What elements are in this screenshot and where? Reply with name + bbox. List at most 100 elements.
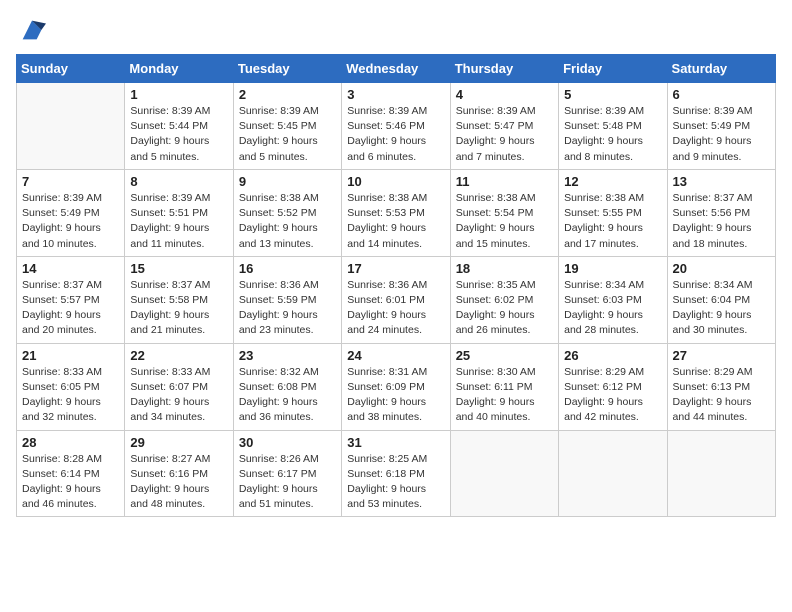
calendar-day-header: Wednesday [342,55,450,83]
day-number: 17 [347,261,444,276]
calendar-cell: 15 Sunrise: 8:37 AMSunset: 5:58 PMDayligh… [125,256,233,343]
day-number: 27 [673,348,770,363]
calendar-cell: 12 Sunrise: 8:38 AMSunset: 5:55 PMDayligh… [559,169,667,256]
day-number: 28 [22,435,119,450]
day-info: Sunrise: 8:39 AMSunset: 5:51 PMDaylight:… [130,191,227,252]
day-number: 9 [239,174,336,189]
day-info: Sunrise: 8:36 AMSunset: 6:01 PMDaylight:… [347,278,444,339]
day-info: Sunrise: 8:29 AMSunset: 6:13 PMDaylight:… [673,365,770,426]
logo-icon [18,16,46,44]
day-number: 4 [456,87,553,102]
day-info: Sunrise: 8:31 AMSunset: 6:09 PMDaylight:… [347,365,444,426]
day-number: 6 [673,87,770,102]
calendar-cell: 2 Sunrise: 8:39 AMSunset: 5:45 PMDaylight… [233,83,341,170]
day-number: 7 [22,174,119,189]
day-number: 10 [347,174,444,189]
calendar-cell: 31Sunrise: 8:25 AMSunset: 6:18 PMDayligh… [342,430,450,517]
day-number: 16 [239,261,336,276]
day-info: Sunrise: 8:29 AMSunset: 6:12 PMDaylight:… [564,365,661,426]
day-number: 19 [564,261,661,276]
day-number: 24 [347,348,444,363]
day-info: Sunrise: 8:25 AMSunset: 6:18 PMDaylight:… [347,452,444,513]
day-info: Sunrise: 8:34 AMSunset: 6:03 PMDaylight:… [564,278,661,339]
calendar-week-row: 28 Sunrise: 8:28 AMSunset: 6:14 PMDayligh… [17,430,776,517]
day-info: Sunrise: 8:39 AMSunset: 5:49 PMDaylight:… [673,104,770,165]
calendar-cell: 26 Sunrise: 8:29 AMSunset: 6:12 PMDayligh… [559,343,667,430]
day-info: Sunrise: 8:34 AMSunset: 6:04 PMDaylight:… [673,278,770,339]
calendar-cell: 6 Sunrise: 8:39 AMSunset: 5:49 PMDaylight… [667,83,775,170]
calendar-cell: 4 Sunrise: 8:39 AMSunset: 5:47 PMDaylight… [450,83,558,170]
page-header [16,16,776,44]
calendar-cell: 3Sunrise: 8:39 AMSunset: 5:46 PMDaylight… [342,83,450,170]
calendar-week-row: 1Sunrise: 8:39 AMSunset: 5:44 PMDaylight… [17,83,776,170]
calendar-cell: 8Sunrise: 8:39 AMSunset: 5:51 PMDaylight… [125,169,233,256]
calendar-table: SundayMondayTuesdayWednesdayThursdayFrid… [16,54,776,517]
day-number: 25 [456,348,553,363]
calendar-day-header: Saturday [667,55,775,83]
calendar-cell: 27 Sunrise: 8:29 AMSunset: 6:13 PMDayligh… [667,343,775,430]
calendar-cell: 5 Sunrise: 8:39 AMSunset: 5:48 PMDaylight… [559,83,667,170]
calendar-cell: 7 Sunrise: 8:39 AMSunset: 5:49 PMDaylight… [17,169,125,256]
day-info: Sunrise: 8:37 AMSunset: 5:58 PMDaylight:… [130,278,227,339]
day-info: Sunrise: 8:39 AMSunset: 5:49 PMDaylight:… [22,191,119,252]
calendar-cell: 17 Sunrise: 8:36 AMSunset: 6:01 PMDayligh… [342,256,450,343]
day-number: 22 [130,348,227,363]
day-number: 30 [239,435,336,450]
calendar-cell: 23 Sunrise: 8:32 AMSunset: 6:08 PMDayligh… [233,343,341,430]
calendar-day-header: Tuesday [233,55,341,83]
calendar-cell: 9 Sunrise: 8:38 AMSunset: 5:52 PMDaylight… [233,169,341,256]
calendar-cell [559,430,667,517]
day-info: Sunrise: 8:37 AMSunset: 5:57 PMDaylight:… [22,278,119,339]
day-number: 12 [564,174,661,189]
calendar-cell: 13 Sunrise: 8:37 AMSunset: 5:56 PMDayligh… [667,169,775,256]
calendar-cell: 20Sunrise: 8:34 AMSunset: 6:04 PMDayligh… [667,256,775,343]
calendar-cell: 21 Sunrise: 8:33 AMSunset: 6:05 PMDayligh… [17,343,125,430]
day-info: Sunrise: 8:39 AMSunset: 5:47 PMDaylight:… [456,104,553,165]
day-number: 29 [130,435,227,450]
day-info: Sunrise: 8:26 AMSunset: 6:17 PMDaylight:… [239,452,336,513]
calendar-week-row: 14Sunrise: 8:37 AMSunset: 5:57 PMDayligh… [17,256,776,343]
day-number: 18 [456,261,553,276]
day-info: Sunrise: 8:28 AMSunset: 6:14 PMDaylight:… [22,452,119,513]
calendar-cell: 18 Sunrise: 8:35 AMSunset: 6:02 PMDayligh… [450,256,558,343]
day-info: Sunrise: 8:33 AMSunset: 6:05 PMDaylight:… [22,365,119,426]
day-number: 11 [456,174,553,189]
calendar-cell: 16Sunrise: 8:36 AMSunset: 5:59 PMDayligh… [233,256,341,343]
calendar-day-header: Thursday [450,55,558,83]
calendar-cell: 28 Sunrise: 8:28 AMSunset: 6:14 PMDayligh… [17,430,125,517]
calendar-cell: 14Sunrise: 8:37 AMSunset: 5:57 PMDayligh… [17,256,125,343]
calendar-cell: 25 Sunrise: 8:30 AMSunset: 6:11 PMDayligh… [450,343,558,430]
day-number: 2 [239,87,336,102]
day-info: Sunrise: 8:37 AMSunset: 5:56 PMDaylight:… [673,191,770,252]
calendar-day-header: Friday [559,55,667,83]
calendar-cell: 30 Sunrise: 8:26 AMSunset: 6:17 PMDayligh… [233,430,341,517]
day-number: 3 [347,87,444,102]
calendar-week-row: 21 Sunrise: 8:33 AMSunset: 6:05 PMDayligh… [17,343,776,430]
day-info: Sunrise: 8:38 AMSunset: 5:52 PMDaylight:… [239,191,336,252]
day-info: Sunrise: 8:39 AMSunset: 5:44 PMDaylight:… [130,104,227,165]
day-number: 21 [22,348,119,363]
calendar-week-row: 7 Sunrise: 8:39 AMSunset: 5:49 PMDaylight… [17,169,776,256]
calendar-day-header: Monday [125,55,233,83]
calendar-cell: 10 Sunrise: 8:38 AMSunset: 5:53 PMDayligh… [342,169,450,256]
day-info: Sunrise: 8:35 AMSunset: 6:02 PMDaylight:… [456,278,553,339]
calendar-cell: 19 Sunrise: 8:34 AMSunset: 6:03 PMDayligh… [559,256,667,343]
day-info: Sunrise: 8:39 AMSunset: 5:45 PMDaylight:… [239,104,336,165]
day-number: 13 [673,174,770,189]
calendar-cell: 1Sunrise: 8:39 AMSunset: 5:44 PMDaylight… [125,83,233,170]
calendar-cell: 11Sunrise: 8:38 AMSunset: 5:54 PMDayligh… [450,169,558,256]
day-info: Sunrise: 8:32 AMSunset: 6:08 PMDaylight:… [239,365,336,426]
day-info: Sunrise: 8:38 AMSunset: 5:55 PMDaylight:… [564,191,661,252]
day-number: 5 [564,87,661,102]
calendar-cell: 24 Sunrise: 8:31 AMSunset: 6:09 PMDayligh… [342,343,450,430]
calendar-cell [17,83,125,170]
day-number: 15 [130,261,227,276]
day-info: Sunrise: 8:38 AMSunset: 5:53 PMDaylight:… [347,191,444,252]
day-number: 23 [239,348,336,363]
calendar-header-row: SundayMondayTuesdayWednesdayThursdayFrid… [17,55,776,83]
day-info: Sunrise: 8:27 AMSunset: 6:16 PMDaylight:… [130,452,227,513]
day-info: Sunrise: 8:39 AMSunset: 5:48 PMDaylight:… [564,104,661,165]
day-info: Sunrise: 8:33 AMSunset: 6:07 PMDaylight:… [130,365,227,426]
day-info: Sunrise: 8:30 AMSunset: 6:11 PMDaylight:… [456,365,553,426]
day-number: 26 [564,348,661,363]
